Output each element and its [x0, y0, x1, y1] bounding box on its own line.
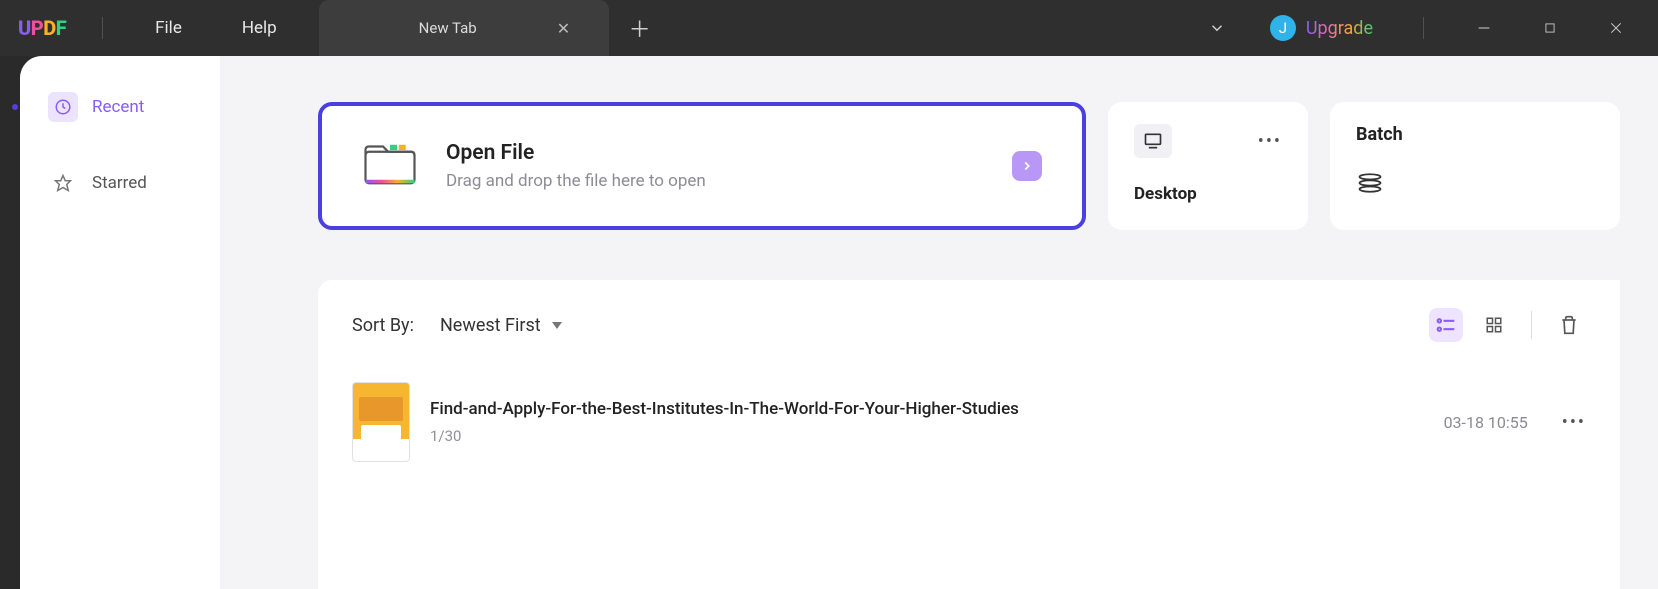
file-date: 03-18 10:55	[1444, 413, 1528, 432]
indicator-dot	[12, 104, 18, 110]
add-tab-button[interactable]: ＋	[629, 12, 651, 44]
workspace: Recent Starred	[20, 56, 1658, 589]
window-maximize-button[interactable]	[1526, 12, 1574, 44]
main-area: Open File Drag and drop the file here to…	[220, 56, 1658, 589]
menu-file[interactable]: File	[129, 12, 208, 44]
sidebar: Recent Starred	[20, 56, 220, 589]
file-thumbnail	[352, 382, 410, 462]
desktop-card-label: Desktop	[1134, 184, 1282, 204]
window-minimize-button[interactable]	[1460, 12, 1508, 44]
batch-card-label: Batch	[1356, 124, 1594, 145]
cards-row: Open File Drag and drop the file here to…	[220, 102, 1658, 230]
open-file-title: Open File	[446, 141, 706, 165]
upgrade-label: Upgrade	[1306, 18, 1373, 39]
trash-button[interactable]	[1552, 308, 1586, 342]
window-close-button[interactable]	[1592, 12, 1640, 44]
close-icon[interactable]: ✕	[557, 19, 570, 38]
clock-icon	[48, 92, 78, 122]
open-file-card[interactable]: Open File Drag and drop the file here to…	[318, 102, 1086, 230]
avatar: J	[1270, 15, 1296, 41]
chevron-right-icon[interactable]	[1012, 151, 1042, 181]
divider	[1423, 17, 1424, 39]
list-view-button[interactable]	[1429, 308, 1463, 342]
titlebar: UPDF File Help New Tab ✕ ＋ J Upgrade	[0, 0, 1658, 56]
files-panel: Sort By: Newest First	[318, 280, 1620, 589]
folder-icon	[362, 140, 418, 192]
batch-icon	[1356, 171, 1594, 199]
file-title: Find-and-Apply-For-the-Best-Institutes-I…	[430, 399, 1019, 419]
star-icon	[48, 168, 78, 198]
sort-by-label: Sort By:	[352, 315, 414, 336]
divider	[1531, 311, 1532, 339]
triangle-down-icon	[551, 320, 563, 330]
more-icon[interactable]: •••	[1562, 412, 1586, 433]
sidebar-item-recent[interactable]: Recent	[34, 82, 206, 132]
monitor-icon	[1134, 124, 1172, 158]
open-file-subtitle: Drag and drop the file here to open	[446, 171, 706, 191]
sidebar-item-label: Starred	[92, 173, 147, 193]
sort-dropdown[interactable]: Newest First	[440, 315, 563, 336]
divider	[102, 17, 103, 39]
file-pages: 1/30	[430, 427, 1019, 445]
chevron-down-icon[interactable]	[1196, 7, 1238, 49]
sort-row: Sort By: Newest First	[352, 308, 1586, 342]
file-row[interactable]: Find-and-Apply-For-the-Best-Institutes-I…	[352, 382, 1586, 462]
sidebar-item-label: Recent	[92, 97, 144, 117]
tab-new[interactable]: New Tab ✕	[319, 0, 609, 56]
batch-card[interactable]: Batch	[1330, 102, 1620, 230]
open-file-text: Open File Drag and drop the file here to…	[446, 141, 706, 191]
more-icon[interactable]: •••	[1258, 131, 1282, 152]
sidebar-item-starred[interactable]: Starred	[34, 158, 206, 208]
file-info: Find-and-Apply-For-the-Best-Institutes-I…	[430, 399, 1019, 445]
tab-strip: New Tab ✕ ＋	[319, 0, 651, 56]
titlebar-right: J Upgrade	[1196, 7, 1640, 49]
upgrade-button[interactable]: J Upgrade	[1256, 15, 1387, 41]
sort-selected: Newest First	[440, 315, 541, 336]
desktop-card[interactable]: ••• Desktop	[1108, 102, 1308, 230]
menu-help[interactable]: Help	[216, 12, 303, 44]
app-logo: UPDF	[18, 16, 66, 40]
tab-label: New Tab	[419, 19, 477, 37]
grid-view-button[interactable]	[1477, 308, 1511, 342]
